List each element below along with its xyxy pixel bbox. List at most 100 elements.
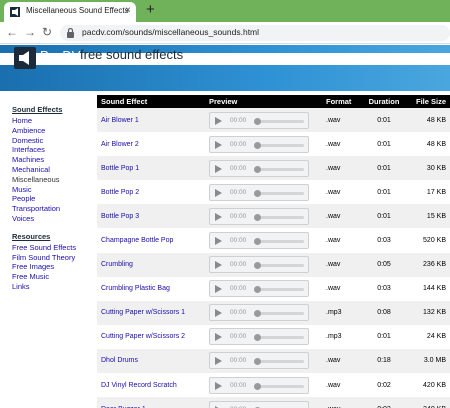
file-size-cell: 48 KB: [406, 108, 450, 133]
sidebar-item-voices[interactable]: Voices: [12, 214, 92, 224]
reload-icon[interactable]: ↻: [42, 25, 52, 39]
sound-link[interactable]: Dhol Drums: [101, 357, 138, 364]
sidebar-item-people[interactable]: People: [12, 194, 92, 204]
seek-bar[interactable]: [254, 141, 304, 149]
seek-knob[interactable]: [254, 334, 261, 342]
sidebar-item-music[interactable]: Music: [12, 185, 92, 195]
audio-player[interactable]: 00:00: [209, 135, 309, 153]
sound-name-cell: Cutting Paper w/Scissors 2: [97, 324, 205, 349]
play-icon[interactable]: [215, 285, 222, 294]
table-row: Dhol Drums 00:00 .wav 0:18 3.0 MB: [97, 348, 450, 374]
sidebar-item-miscellaneous[interactable]: Miscellaneous: [12, 175, 92, 185]
browser-tab[interactable]: Miscellaneous Sound Effects ×: [4, 2, 136, 22]
play-icon[interactable]: [215, 381, 222, 390]
seek-knob[interactable]: [254, 310, 261, 318]
sound-link[interactable]: Crumbling Plastic Bag: [101, 285, 170, 292]
seek-knob[interactable]: [254, 165, 261, 173]
audio-player[interactable]: 00:00: [209, 232, 309, 250]
audio-player[interactable]: 00:00: [209, 183, 309, 201]
play-icon[interactable]: [215, 212, 222, 221]
preview-cell: 00:00: [205, 397, 322, 408]
play-icon[interactable]: [215, 237, 222, 246]
resource-item-links[interactable]: Links: [12, 282, 92, 292]
seek-knob[interactable]: [254, 213, 261, 221]
sound-link[interactable]: Cutting Paper w/Scissors 2: [101, 333, 185, 340]
play-icon[interactable]: [215, 140, 222, 149]
seek-knob[interactable]: [254, 358, 261, 366]
logo-text[interactable]: PacDV: [40, 48, 80, 63]
audio-player[interactable]: 00:00: [209, 352, 309, 370]
seek-bar[interactable]: [254, 262, 304, 270]
address-bar[interactable]: pacdv.com/sounds/miscellaneous_sounds.ht…: [60, 25, 450, 41]
seek-knob[interactable]: [254, 189, 261, 197]
sound-link[interactable]: Bottle Pop 2: [101, 189, 139, 196]
play-icon[interactable]: [215, 261, 222, 270]
seek-bar[interactable]: [254, 310, 304, 318]
sound-link[interactable]: Air Blower 2: [101, 141, 139, 148]
forward-icon[interactable]: →: [24, 25, 36, 39]
sidebar-item-domestic[interactable]: Domestic: [12, 136, 92, 146]
player-time: 00:00: [230, 164, 247, 172]
audio-player[interactable]: 00:00: [209, 376, 309, 394]
format-cell: .wav: [322, 397, 362, 408]
sidebar-item-machines[interactable]: Machines: [12, 155, 92, 165]
sound-link[interactable]: DJ Vinyl Record Scratch: [101, 382, 177, 389]
play-icon[interactable]: [215, 188, 222, 197]
seek-knob[interactable]: [254, 382, 261, 390]
back-icon[interactable]: ←: [6, 25, 18, 39]
sound-link[interactable]: Crumbling: [101, 261, 133, 268]
audio-player[interactable]: 00:00: [209, 111, 309, 129]
audio-player[interactable]: 00:00: [209, 328, 309, 346]
sound-link[interactable]: Bottle Pop 1: [101, 165, 139, 172]
play-icon[interactable]: [215, 357, 222, 366]
audio-player[interactable]: 00:00: [209, 159, 309, 177]
seek-bar[interactable]: [254, 286, 304, 294]
seek-knob[interactable]: [254, 117, 261, 125]
tab-close-icon[interactable]: ×: [125, 5, 131, 17]
sound-link[interactable]: Cutting Paper w/Scissors 1: [101, 309, 185, 316]
play-icon[interactable]: [215, 116, 222, 125]
seek-bar[interactable]: [254, 238, 304, 246]
player-time: 00:00: [230, 237, 247, 245]
audio-player[interactable]: 00:00: [209, 256, 309, 274]
resource-item-film-sound-theory[interactable]: Film Sound Theory: [12, 253, 92, 263]
seek-bar[interactable]: [254, 165, 304, 173]
sound-link[interactable]: Bottle Pop 3: [101, 213, 139, 220]
seek-bar[interactable]: [254, 189, 304, 197]
sound-link[interactable]: Champagne Bottle Pop: [101, 237, 173, 244]
sidebar-item-transportation[interactable]: Transportation: [12, 204, 92, 214]
seek-bar[interactable]: [254, 358, 304, 366]
seek-knob[interactable]: [254, 238, 261, 246]
seek-knob[interactable]: [254, 286, 261, 294]
table-row: Bottle Pop 2 00:00 .wav 0:01 17 KB: [97, 180, 450, 205]
audio-player[interactable]: 00:00: [209, 304, 309, 322]
new-tab-icon[interactable]: +: [146, 2, 155, 18]
seek-bar[interactable]: [254, 213, 304, 221]
sidebar-item-home[interactable]: Home: [12, 116, 92, 126]
format-cell: .wav: [322, 252, 362, 277]
resource-item-free-music[interactable]: Free Music: [12, 272, 92, 282]
resource-item-free-images[interactable]: Free Images: [12, 262, 92, 272]
seek-bar[interactable]: [254, 382, 304, 390]
play-icon[interactable]: [215, 333, 222, 342]
duration-cell: 0:03: [362, 228, 406, 253]
sidebar-item-interfaces[interactable]: Interfaces: [12, 145, 92, 155]
audio-player[interactable]: 00:00: [209, 280, 309, 298]
seek-knob[interactable]: [254, 262, 261, 270]
seek-bar[interactable]: [254, 334, 304, 342]
seek-bar[interactable]: [254, 117, 304, 125]
play-icon[interactable]: [215, 164, 222, 173]
audio-player[interactable]: 00:00: [209, 207, 309, 225]
play-icon[interactable]: [215, 309, 222, 318]
sound-link[interactable]: Air Blower 1: [101, 117, 139, 124]
audio-player[interactable]: 00:00: [209, 400, 309, 408]
seek-knob[interactable]: [254, 141, 261, 149]
format-cell: .mp3: [322, 300, 362, 325]
sidebar-item-mechanical[interactable]: Mechanical: [12, 165, 92, 175]
format-cell: .wav: [322, 348, 362, 374]
speaker-logo-icon[interactable]: [14, 47, 36, 69]
format-cell: .wav: [322, 228, 362, 253]
resource-item-free-sound-effects[interactable]: Free Sound Effects: [12, 243, 92, 253]
sound-name-cell: Crumbling: [97, 252, 205, 277]
sidebar-item-ambience[interactable]: Ambience: [12, 126, 92, 136]
